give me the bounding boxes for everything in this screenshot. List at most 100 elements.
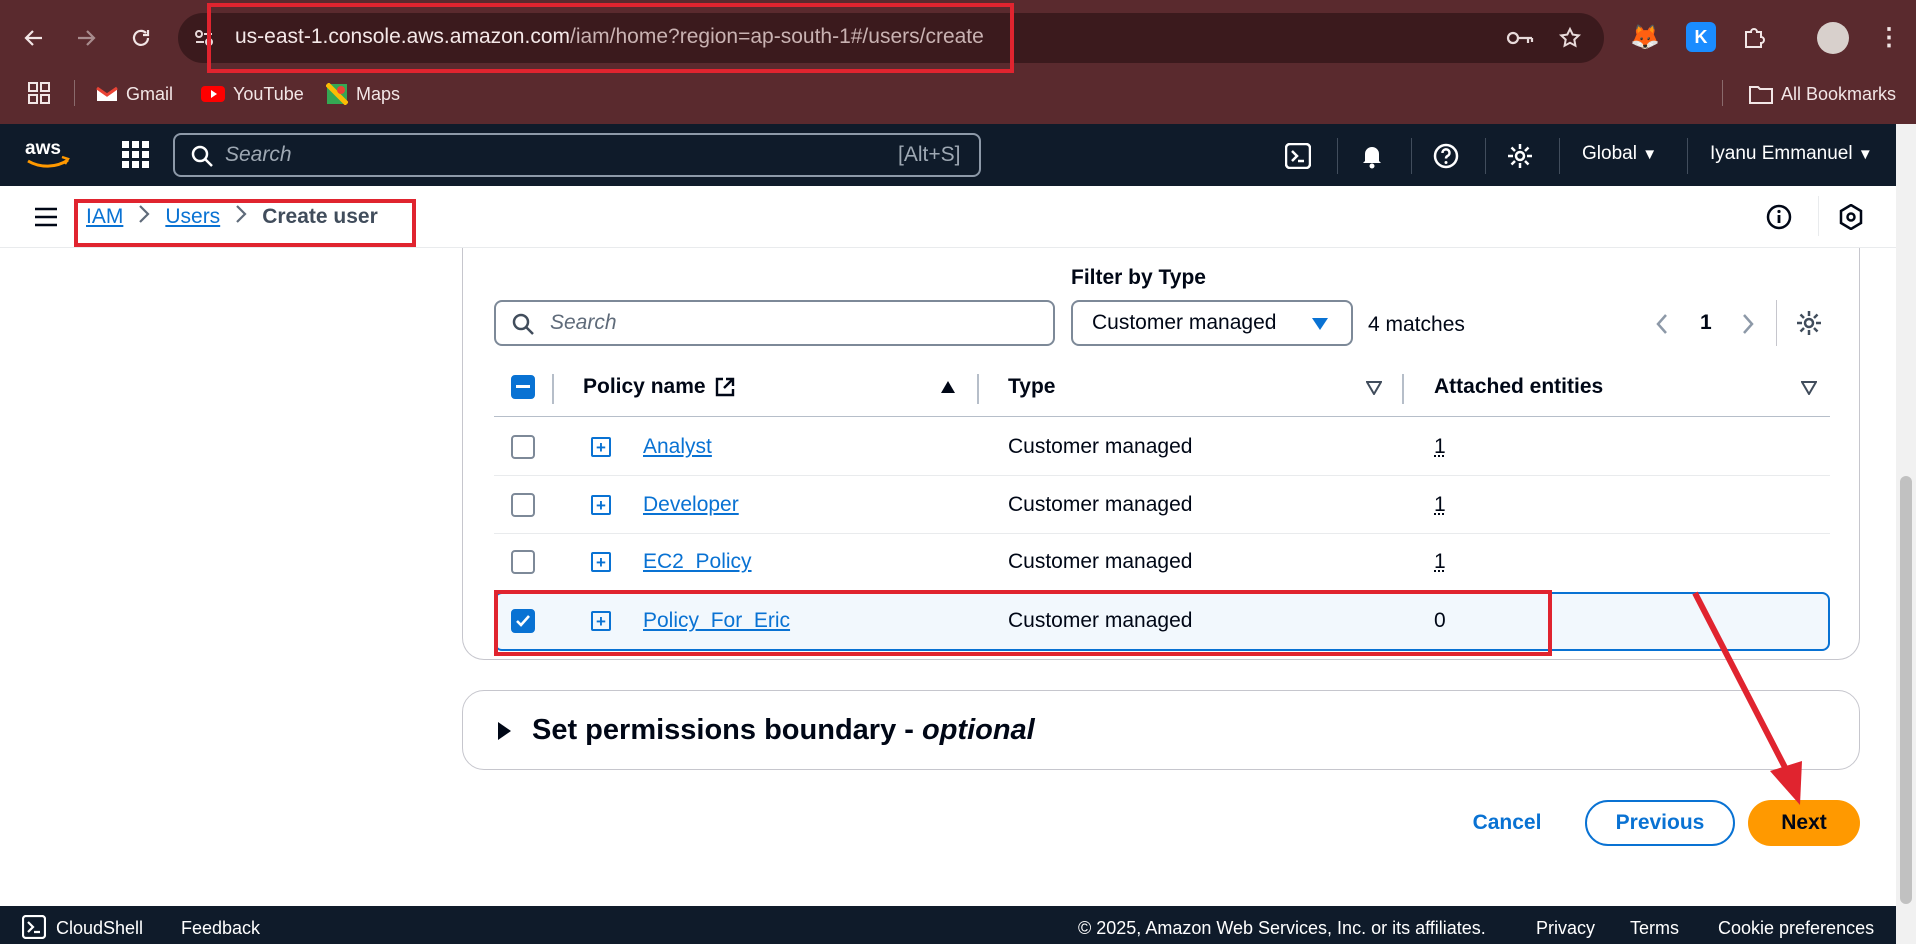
extension-k-icon[interactable]: K	[1686, 22, 1716, 52]
policy-search-placeholder: Search	[550, 311, 617, 334]
browser-menu-icon[interactable]: ⋮	[1874, 22, 1904, 52]
sort-ascending-icon[interactable]	[940, 380, 956, 399]
metamask-icon[interactable]: 🦊	[1630, 22, 1660, 52]
bookmark-label: YouTube	[233, 83, 304, 104]
settings-gear-icon[interactable]	[1502, 138, 1538, 174]
pagination-page[interactable]: 1	[1700, 311, 1712, 335]
bookmarks-divider	[74, 80, 75, 106]
attached-entities-count[interactable]: 1	[1434, 550, 1446, 574]
filter-by-type-label: Filter by Type	[1071, 266, 1206, 289]
policy-type: Customer managed	[1008, 435, 1193, 458]
footer-privacy-link[interactable]: Privacy	[1536, 918, 1595, 939]
cloudshell-icon[interactable]	[1280, 138, 1316, 174]
annotation-url-box	[207, 3, 1014, 73]
footer-cookie-preferences-link[interactable]: Cookie preferences	[1718, 918, 1874, 939]
security-shield-icon[interactable]	[1838, 203, 1864, 235]
account-menu[interactable]: Iyanu Emmanuel ▼	[1710, 143, 1873, 165]
footer-feedback[interactable]: Feedback	[181, 918, 260, 939]
back-arrow-icon[interactable]	[14, 18, 54, 58]
header-divider	[1411, 138, 1412, 174]
folder-icon	[1749, 86, 1773, 104]
help-icon[interactable]	[1428, 138, 1464, 174]
column-header-attached-entities[interactable]: Attached entities	[1434, 375, 1603, 399]
select-all-checkbox[interactable]	[511, 375, 535, 399]
youtube-icon	[201, 86, 225, 102]
key-icon[interactable]	[1504, 22, 1536, 54]
breadcrumb-divider	[1818, 196, 1819, 236]
policy-link[interactable]: Developer	[643, 493, 739, 517]
permissions-boundary-title: Set permissions boundary - optional	[532, 714, 1035, 747]
cloudshell-footer-icon[interactable]	[21, 914, 47, 944]
expand-row-icon[interactable]: +	[591, 437, 611, 457]
region-label: Global	[1582, 143, 1637, 164]
bookmark-star-icon[interactable]	[1554, 22, 1586, 54]
pagination-divider	[1776, 300, 1777, 346]
forward-arrow-icon[interactable]	[66, 18, 106, 58]
column-header-label: Policy name	[583, 375, 706, 398]
column-header-policy-name[interactable]: Policy name	[583, 375, 736, 399]
user-name: Iyanu Emmanuel	[1710, 143, 1853, 164]
row-checkbox[interactable]	[511, 493, 535, 517]
header-divider	[1559, 138, 1560, 174]
sort-icon[interactable]	[1365, 381, 1383, 400]
bookmark-maps[interactable]: Maps	[326, 80, 400, 108]
annotation-selected-row-box	[494, 590, 1552, 656]
column-divider	[1402, 374, 1404, 404]
cancel-label: Cancel	[1472, 811, 1542, 834]
row-checkbox[interactable]	[511, 550, 535, 574]
scrollbar-thumb[interactable]	[1900, 476, 1912, 904]
info-icon[interactable]	[1766, 204, 1792, 235]
column-header-type[interactable]: Type	[1008, 375, 1055, 399]
expand-row-icon[interactable]: +	[591, 552, 611, 572]
annotation-breadcrumb-box	[74, 199, 416, 247]
bookmark-youtube[interactable]: YouTube	[201, 80, 304, 108]
header-divider	[1687, 138, 1688, 174]
region-selector[interactable]: Global ▼	[1582, 143, 1657, 165]
policy-link[interactable]: Analyst	[643, 435, 712, 459]
row-divider	[494, 475, 1830, 476]
caret-down-icon	[1311, 317, 1329, 336]
aws-search-shortcut: [Alt+S]	[898, 143, 961, 166]
bookmarks-divider	[1722, 80, 1723, 106]
extensions-puzzle-icon[interactable]	[1739, 22, 1769, 52]
footer-cloudshell[interactable]: CloudShell	[56, 918, 143, 939]
maps-icon	[326, 83, 348, 105]
matches-count: 4 matches	[1368, 313, 1465, 336]
header-divider-line	[494, 416, 1830, 417]
boundary-title-text: Set permissions boundary -	[532, 714, 922, 746]
policy-link[interactable]: EC2_Policy	[643, 550, 752, 574]
policy-type: Customer managed	[1008, 550, 1193, 573]
annotation-arrow	[1692, 591, 1802, 805]
expand-row-icon[interactable]: +	[591, 495, 611, 515]
column-divider	[552, 374, 554, 404]
apps-grid-icon[interactable]	[28, 82, 50, 109]
notifications-bell-icon[interactable]	[1354, 138, 1390, 174]
pagination-prev-icon[interactable]	[1654, 312, 1670, 341]
pagination-next-icon[interactable]	[1740, 312, 1756, 341]
attached-entities-count[interactable]: 1	[1434, 493, 1446, 517]
aws-logo[interactable]: aws	[24, 136, 72, 175]
bookmark-label: Maps	[356, 83, 401, 104]
extension-k-label: K	[1694, 26, 1708, 47]
row-checkbox[interactable]	[511, 435, 535, 459]
caret-down-icon: ▼	[1857, 146, 1873, 163]
caret-down-icon: ▼	[1642, 146, 1658, 163]
sort-icon[interactable]	[1800, 381, 1818, 400]
side-nav-menu-icon[interactable]	[34, 206, 58, 233]
footer-terms-link[interactable]: Terms	[1630, 918, 1679, 939]
external-link-icon	[715, 377, 734, 397]
footer-copyright: © 2025, Amazon Web Services, Inc. or its…	[1078, 918, 1486, 938]
attached-entities-count[interactable]: 1	[1434, 435, 1446, 459]
profile-avatar[interactable]	[1817, 22, 1849, 54]
svg-text:aws: aws	[25, 138, 61, 159]
bookmark-gmail[interactable]: Gmail	[96, 80, 173, 108]
search-icon	[190, 144, 214, 173]
preferences-gear-icon[interactable]	[1796, 310, 1822, 341]
cancel-button[interactable]: Cancel	[1470, 800, 1544, 846]
services-grid-icon[interactable]	[122, 141, 150, 174]
all-bookmarks[interactable]: All Bookmarks	[1749, 80, 1896, 108]
column-divider	[977, 374, 979, 404]
reload-icon[interactable]	[121, 18, 161, 58]
aws-search-input[interactable]	[173, 133, 981, 177]
caret-right-icon	[496, 721, 512, 746]
